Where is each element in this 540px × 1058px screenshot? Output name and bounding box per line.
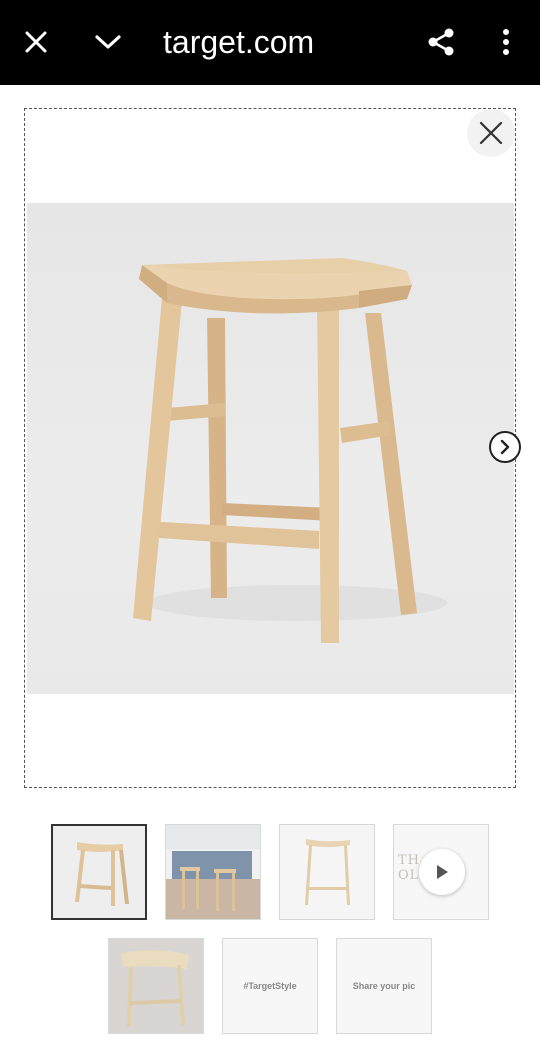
thumbnail-share-your-pic[interactable]: Share your pic [336,938,432,1034]
close-icon[interactable] [16,22,56,62]
page-url-title[interactable]: target.com [163,22,314,62]
thumbnail-3[interactable] [279,824,375,920]
thumbnail-label: Share your pic [352,981,416,991]
thumbnail-video[interactable]: THOLD [393,824,489,920]
thumbnail-target-style[interactable]: #TargetStyle [222,938,318,1034]
chevron-down-icon[interactable] [88,22,128,62]
play-icon[interactable] [419,849,465,895]
close-icon[interactable] [467,109,515,157]
share-icon[interactable] [421,22,461,62]
image-viewer [24,108,521,788]
chevron-right-icon[interactable] [489,431,521,463]
thumbnail-2[interactable] [165,824,261,920]
kitchen-scene-thumbnail-image [166,825,260,919]
stool-outline-thumbnail-image [280,825,374,919]
stool-thumbnail-image [53,826,145,918]
product-image [27,203,514,694]
stool-angle-thumbnail-image [109,939,203,1033]
thumbnail-label: #TargetStyle [243,981,297,991]
more-vert-icon[interactable] [486,22,526,62]
thumbnail-1[interactable] [51,824,147,920]
thumbnail-5[interactable] [108,938,204,1034]
browser-toolbar: target.com [0,0,540,85]
